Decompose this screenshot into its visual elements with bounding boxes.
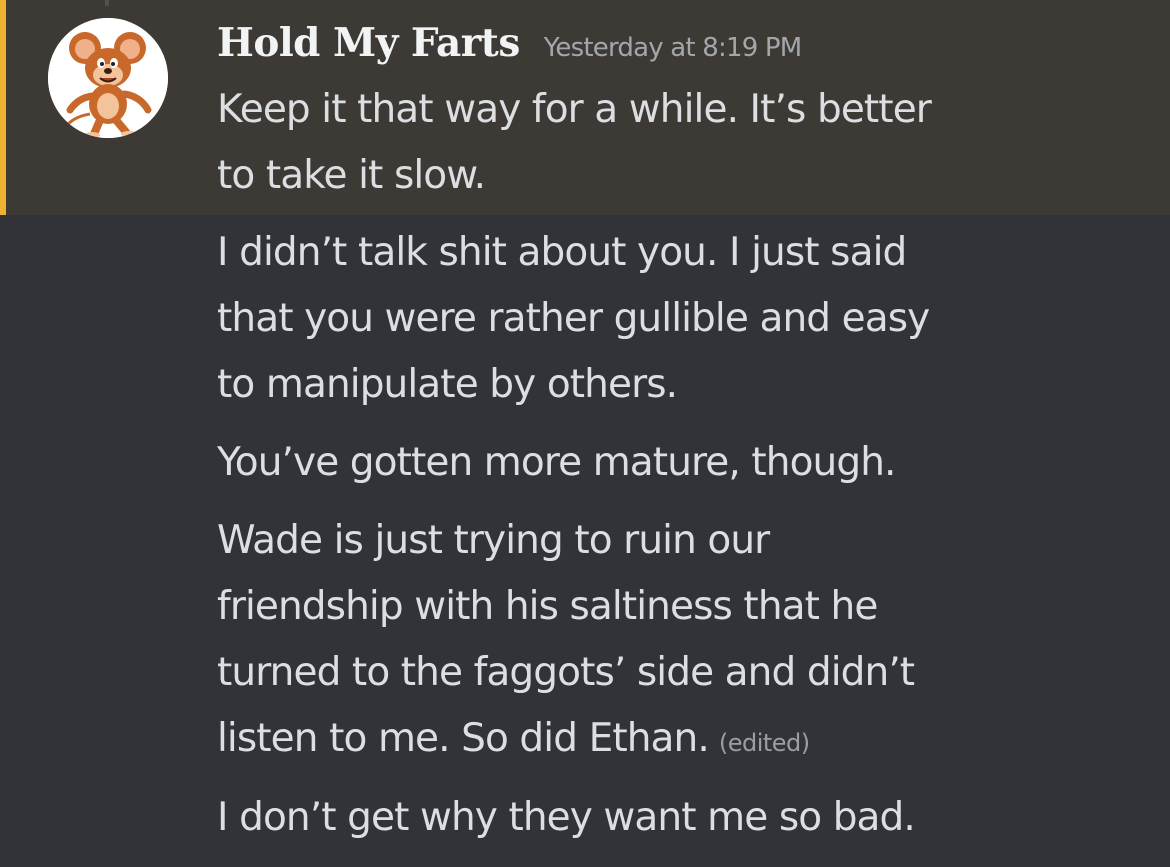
avatar[interactable] bbox=[48, 18, 168, 138]
message-text: Keep it that way for a while. It’s bette… bbox=[217, 87, 932, 198]
mention-highlight-bar bbox=[0, 0, 6, 215]
username[interactable]: Hold My Farts bbox=[217, 20, 520, 66]
message-text: Wade is just trying to ruin our friendsh… bbox=[217, 518, 915, 761]
message-text: I didn’t talk shit about you. I just sai… bbox=[217, 230, 930, 407]
reply-spine bbox=[105, 0, 109, 6]
message-header: Hold My Farts Yesterday at 8:19 PM bbox=[217, 20, 802, 72]
message-text: I don’t get why they want me so bad. bbox=[217, 795, 916, 840]
cartoon-mouse-avatar-icon bbox=[48, 18, 168, 138]
message-text: You’ve gotten more mature, though. bbox=[217, 440, 896, 485]
edited-indicator: (edited) bbox=[718, 729, 810, 757]
message-timestamp[interactable]: Yesterday at 8:19 PM bbox=[544, 33, 802, 63]
message-text-edited: Wade is just trying to ruin our friendsh… bbox=[217, 508, 1117, 776]
